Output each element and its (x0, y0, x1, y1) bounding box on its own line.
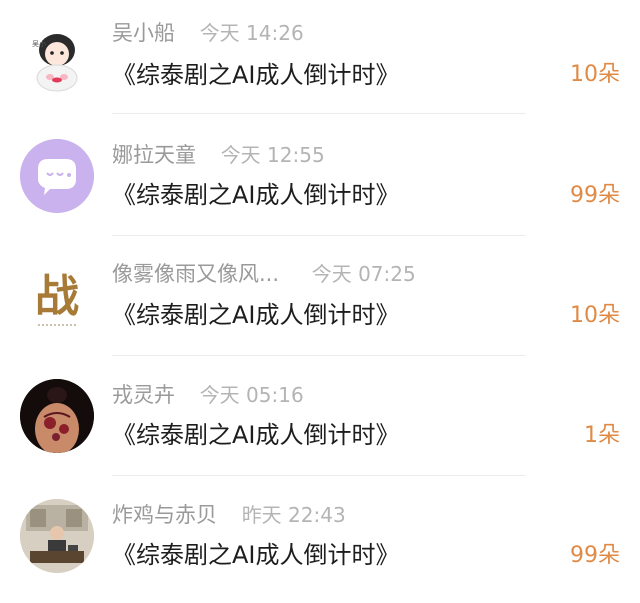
flower-count: 1朵 (584, 423, 620, 448)
flower-count: 99朵 (570, 543, 620, 568)
item-meta: 吴小船 今天 14:26 (112, 18, 304, 48)
divider (112, 475, 526, 476)
list-item[interactable]: 娜拉天童 今天 12:55 《综泰剧之AI成人倒计时》 99朵 (0, 120, 640, 240)
divider (112, 355, 526, 356)
office-photo-avatar-icon (20, 499, 94, 573)
avatar[interactable]: 吴小 (20, 22, 94, 96)
calligraphy-avatar-icon: 战 (20, 259, 94, 333)
avatar[interactable] (20, 499, 94, 573)
timestamp: 今天 05:16 (199, 383, 304, 407)
item-title[interactable]: 《综泰剧之AI成人倒计时》 (112, 58, 400, 92)
list-item[interactable]: 战 像雾像雨又像风... 今天 07:25 《综泰剧之AI成人倒计时》 10朵 (0, 240, 640, 360)
item-title[interactable]: 《综泰剧之AI成人倒计时》 (112, 298, 400, 332)
gift-list: 吴小 吴小船 今天 14:26 《综泰剧之AI成人倒计时》 10朵 娜拉天童 今… (0, 0, 640, 603)
item-title[interactable]: 《综泰剧之AI成人倒计时》 (112, 538, 400, 572)
flower-count: 10朵 (570, 303, 620, 328)
username[interactable]: 像雾像雨又像风... (112, 259, 279, 289)
username[interactable]: 炸鸡与赤贝 (112, 500, 217, 530)
divider (112, 113, 526, 114)
tattoo-back-avatar-icon (20, 379, 94, 453)
flower-count: 99朵 (570, 183, 620, 208)
anime-girl-avatar-icon: 吴小 (20, 22, 94, 96)
list-item[interactable]: 吴小 吴小船 今天 14:26 《综泰剧之AI成人倒计时》 10朵 (0, 0, 640, 120)
flower-count: 10朵 (570, 62, 620, 87)
username[interactable]: 吴小船 (112, 18, 175, 48)
timestamp: 今天 12:55 (220, 143, 325, 167)
item-title[interactable]: 《综泰剧之AI成人倒计时》 (112, 418, 400, 452)
avatar[interactable] (20, 379, 94, 453)
avatar[interactable]: 战 (20, 259, 94, 333)
item-meta: 娜拉天童 今天 12:55 (112, 140, 325, 170)
timestamp: 昨天 22:43 (241, 503, 346, 527)
timestamp: 今天 14:26 (199, 21, 304, 45)
item-meta: 炸鸡与赤贝 昨天 22:43 (112, 500, 346, 530)
item-meta: 戎灵卉 今天 05:16 (112, 380, 304, 410)
timestamp: 今天 07:25 (311, 262, 416, 286)
svg-text:战: 战 (35, 271, 79, 322)
list-item[interactable]: 炸鸡与赤贝 昨天 22:43 《综泰剧之AI成人倒计时》 99朵 (0, 480, 640, 600)
username[interactable]: 戎灵卉 (112, 380, 175, 410)
item-title[interactable]: 《综泰剧之AI成人倒计时》 (112, 178, 400, 212)
list-item[interactable]: 戎灵卉 今天 05:16 《综泰剧之AI成人倒计时》 1朵 (0, 360, 640, 480)
username[interactable]: 娜拉天童 (112, 140, 196, 170)
divider (112, 235, 526, 236)
purple-chat-avatar-icon (20, 139, 94, 213)
svg-text:吴小: 吴小 (32, 39, 46, 48)
avatar[interactable] (20, 139, 94, 213)
item-meta: 像雾像雨又像风... 今天 07:25 (112, 259, 416, 289)
